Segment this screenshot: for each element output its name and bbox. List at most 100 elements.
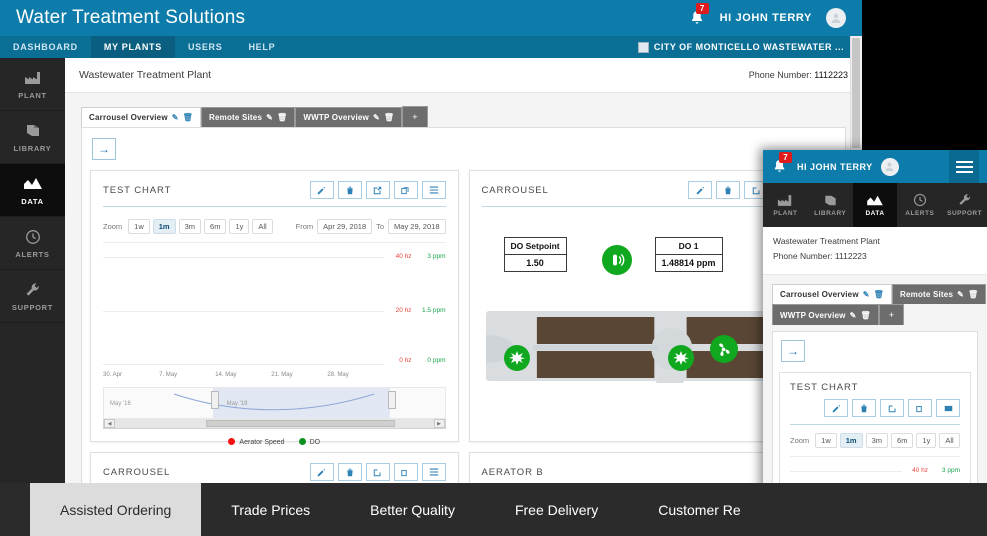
notification-bell-icon[interactable]: 7 [771, 151, 792, 176]
zoom-option-1w[interactable]: 1w [815, 433, 837, 448]
expand-arrow-button[interactable]: → [92, 138, 116, 160]
zoom-option-1w[interactable]: 1w [128, 219, 150, 234]
edit-icon[interactable]: ✎ [863, 290, 870, 299]
menu-icon[interactable] [421, 181, 446, 199]
sidebar-label-data: DATA [21, 196, 44, 206]
app-brand-title: Water Treatment Solutions [16, 7, 246, 28]
chart-zoom-controls: Zoom 1w 1m 3m 6m 1y All From Apr 29, 201… [103, 219, 446, 234]
legend-item-do[interactable]: DO [298, 438, 320, 446]
navigator-handle-right[interactable] [388, 391, 397, 409]
edit-icon[interactable]: ✎ [957, 290, 964, 299]
sidebar-item-support[interactable]: SUPPORT [0, 270, 65, 323]
zoom-option-all[interactable]: All [939, 433, 960, 448]
zoom-option-3m[interactable]: 3m [178, 219, 202, 234]
scrollbar-thumb[interactable] [852, 38, 860, 148]
chart-scrollbar[interactable]: ◀ ▶ [103, 419, 446, 429]
scroll-right-icon[interactable]: ▶ [433, 419, 445, 428]
mobile-tab-remote-sites[interactable]: Remote Sites ✎ 🗑 [892, 284, 987, 304]
hamburger-icon[interactable] [949, 150, 979, 183]
trash-icon[interactable]: 🗑 [968, 290, 978, 299]
zoom-option-6m[interactable]: 6m [204, 219, 227, 234]
tab-carrousel-overview[interactable]: Carrousel Overview ✎ 🗑 [81, 107, 202, 127]
mobile-add-tab-button[interactable]: + [878, 304, 905, 325]
content-area: Wastewater Treatment Plant Phone Number:… [65, 58, 862, 536]
bottom-item-customer-reviews[interactable]: Customer Re [628, 483, 770, 536]
edit-icon[interactable] [309, 463, 334, 481]
mobile-tabs: Carrousel Overview ✎ 🗑 Remote Sites ✎ 🗑 … [763, 275, 987, 325]
nav-item-dashboard[interactable]: DASHBOARD [0, 36, 91, 58]
trash-icon[interactable]: 🗑 [384, 113, 394, 122]
nav-item-my-plants[interactable]: MY PLANTS [90, 36, 175, 58]
legend-item-aerator-speed[interactable]: Aerator Speed [228, 438, 285, 446]
mobile-tab-carrousel-overview[interactable]: Carrousel Overview ✎ 🗑 [772, 284, 893, 304]
avatar[interactable] [880, 157, 899, 176]
zoom-option-1m[interactable]: 1m [152, 219, 176, 234]
mobile-expand-arrow-button[interactable]: → [781, 340, 805, 362]
range-to-input[interactable]: May 29, 2018 [388, 219, 446, 234]
navigator-handle-left[interactable] [211, 391, 220, 409]
edit-icon[interactable]: ✎ [266, 113, 273, 122]
trash-icon[interactable] [337, 463, 362, 481]
external-link-icon[interactable] [880, 399, 904, 417]
card-toolbar [309, 181, 446, 199]
tab-wwtp-overview[interactable]: WWTP Overview ✎ 🗑 [295, 107, 403, 127]
card-title: CARROUSEL [103, 466, 171, 478]
chart-navigator[interactable]: May '16 May '18 [103, 387, 446, 419]
tab-remote-sites[interactable]: Remote Sites ✎ 🗑 [201, 107, 296, 127]
x-tick: 28. May [327, 372, 349, 378]
mobile-preview-window: 7 HI JOHN TERRY PLANT LIBRARY DATA ALERT… [763, 150, 987, 536]
trash-icon[interactable]: 🗑 [183, 113, 193, 122]
trash-icon[interactable]: 🗑 [874, 290, 884, 299]
nav-item-help[interactable]: HELP [235, 36, 288, 58]
zoom-option-1m[interactable]: 1m [839, 433, 863, 448]
edit-icon[interactable]: ✎ [172, 113, 179, 122]
sidebar-item-data[interactable]: DATA [0, 164, 65, 217]
sidebar-item-alerts[interactable]: ALERTS [0, 217, 65, 270]
trash-icon[interactable] [337, 181, 362, 199]
sidebar-item-library[interactable]: LIBRARY [0, 111, 65, 164]
external-link-icon[interactable] [365, 181, 390, 199]
mobile-nav-support[interactable]: SUPPORT [942, 183, 987, 227]
bottom-item-free-delivery[interactable]: Free Delivery [485, 483, 628, 536]
y-right-tick-0: 0 ppm [427, 357, 446, 364]
menu-icon[interactable] [421, 463, 446, 481]
bottom-item-assisted-ordering[interactable]: Assisted Ordering [30, 483, 202, 536]
edit-icon[interactable] [688, 181, 712, 199]
zoom-option-1y[interactable]: 1y [229, 219, 250, 234]
trash-icon[interactable]: 🗑 [861, 311, 871, 320]
edit-icon[interactable] [824, 399, 848, 417]
zoom-option-all[interactable]: All [252, 219, 273, 234]
avatar[interactable] [826, 8, 846, 28]
sidebar-item-plant[interactable]: PLANT [0, 58, 65, 111]
zoom-option-6m[interactable]: 6m [891, 433, 914, 448]
edit-icon[interactable] [309, 181, 334, 199]
scroll-left-icon[interactable]: ◀ [104, 419, 115, 428]
add-tab-button[interactable]: + [402, 106, 428, 127]
y-left-tick-0: 0 hz [399, 357, 412, 364]
mobile-nav-plant[interactable]: PLANT [763, 183, 808, 227]
plant-selector[interactable]: CITY OF MONTICELLO WASTEWATER ... [637, 36, 862, 58]
notification-bell-icon[interactable]: 7 [688, 3, 709, 27]
zoom-option-1y[interactable]: 1y [916, 433, 937, 448]
external-link-icon[interactable] [365, 463, 390, 481]
edit-icon[interactable]: ✎ [850, 311, 857, 320]
scrollbar-thumb[interactable] [206, 420, 396, 427]
trash-icon[interactable]: 🗑 [277, 113, 287, 122]
mobile-tab-wwtp-overview[interactable]: WWTP Overview ✎ 🗑 [772, 304, 879, 325]
duplicate-icon[interactable] [393, 463, 418, 481]
range-from-input[interactable]: Apr 29, 2018 [317, 219, 373, 234]
nav-item-users[interactable]: USERS [175, 36, 236, 58]
mobile-nav-library[interactable]: LIBRARY [808, 183, 853, 227]
bottom-item-trade-prices[interactable]: Trade Prices [201, 483, 340, 536]
edit-icon[interactable]: ✎ [373, 113, 380, 122]
bottom-item-better-quality[interactable]: Better Quality [340, 483, 485, 536]
zoom-option-3m[interactable]: 3m [865, 433, 889, 448]
duplicate-icon[interactable] [908, 399, 932, 417]
duplicate-icon[interactable] [393, 181, 418, 199]
mobile-nav-alerts[interactable]: ALERTS [897, 183, 942, 227]
menu-icon[interactable] [936, 399, 960, 417]
trash-icon[interactable] [716, 181, 740, 199]
rotor-icon [667, 345, 694, 371]
trash-icon[interactable] [852, 399, 876, 417]
mobile-nav-data[interactable]: DATA [852, 183, 898, 227]
